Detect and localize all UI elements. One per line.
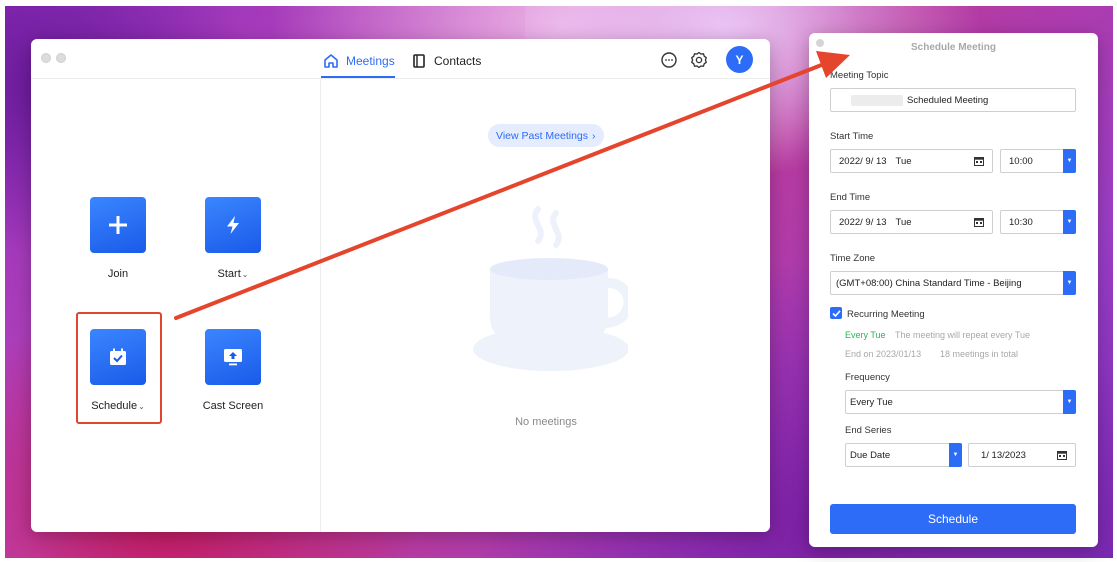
chevron-down-icon: ⌄	[138, 402, 145, 411]
start-time-select[interactable]: 10:00 ▼	[1000, 149, 1076, 173]
recurring-count: 18 meetings in total	[940, 349, 1019, 359]
tab-contacts-label: Contacts	[434, 54, 482, 68]
contacts-icon	[413, 54, 425, 68]
end-series-date-value: 1/ 13/2023	[981, 449, 1026, 461]
schedule-label[interactable]: Schedule⌄	[63, 400, 173, 412]
chevron-down-icon: ⌄	[241, 270, 249, 279]
time-zone-select[interactable]: (GMT+08:00) China Standard Time - Beijin…	[830, 271, 1076, 295]
chat-icon[interactable]	[660, 51, 678, 69]
dropdown-arrow-icon[interactable]: ▼	[1063, 149, 1076, 173]
empty-coffee-cup-illustration	[473, 206, 628, 371]
meetings-window: Meetings Contacts Y Join Start⌄ Schedule…	[31, 39, 770, 532]
end-day-value: Tue	[895, 216, 912, 228]
tab-meetings[interactable]: Meetings	[323, 53, 395, 69]
plus-icon	[109, 216, 127, 234]
start-date-picker[interactable]: 2022/ 9/ 13 Tue	[830, 149, 993, 173]
frequency-value: Every Tue	[850, 396, 893, 408]
tab-meetings-label: Meetings	[346, 54, 395, 68]
end-series-type-value: Due Date	[850, 449, 891, 461]
schedule-meeting-panel: Schedule Meeting Meeting Topic Scheduled…	[809, 33, 1098, 547]
end-date-value: 2022/ 9/ 13	[839, 216, 887, 228]
chevron-right-icon: ›	[592, 129, 596, 142]
start-time-label: Start Time	[830, 131, 874, 142]
dropdown-arrow-icon[interactable]: ▼	[1063, 390, 1076, 414]
dropdown-arrow-icon[interactable]: ▼	[1063, 210, 1076, 234]
window-titlebar: Meetings Contacts Y	[31, 39, 770, 79]
end-series-label: End Series	[845, 425, 892, 436]
user-avatar[interactable]: Y	[726, 46, 753, 73]
home-icon	[324, 54, 338, 68]
calendar-icon	[110, 348, 126, 365]
frequency-label: Frequency	[845, 372, 890, 383]
start-date-value: 2022/ 9/ 13	[839, 155, 887, 167]
topic-input[interactable]: Scheduled Meeting	[830, 88, 1076, 112]
cast-screen-button[interactable]	[205, 329, 261, 385]
end-series-date-picker[interactable]: 1/ 13/2023	[968, 443, 1076, 467]
pane-divider	[320, 79, 321, 532]
tab-contacts[interactable]: Contacts	[411, 53, 481, 69]
panel-title: Schedule Meeting	[910, 42, 996, 53]
recurring-checkbox[interactable]	[830, 307, 842, 319]
end-time-select[interactable]: 10:30 ▼	[1000, 210, 1076, 234]
dropdown-arrow-icon[interactable]: ▼	[1063, 271, 1076, 295]
schedule-submit-button[interactable]: Schedule	[830, 504, 1076, 534]
end-series-type-select[interactable]: Due Date ▼	[845, 443, 962, 467]
checkmark-icon	[831, 309, 841, 317]
topic-value: Scheduled Meeting	[907, 94, 989, 106]
start-label[interactable]: Start⌄	[178, 268, 288, 280]
schedule-button[interactable]	[90, 329, 146, 385]
window-close-button[interactable]	[41, 53, 51, 63]
end-time-label: End Time	[830, 192, 871, 203]
recurring-note: The meeting will repeat every Tue	[895, 330, 1031, 340]
redacted-name-block	[851, 94, 903, 106]
frequency-select[interactable]: Every Tue ▼	[845, 390, 1076, 414]
tab-meetings-underline	[321, 76, 395, 78]
start-time-value: 10:00	[1009, 155, 1033, 167]
time-zone-value: (GMT+08:00) China Standard Time - Beijin…	[836, 277, 1022, 289]
start-button[interactable]	[205, 197, 261, 253]
view-past-meetings-button[interactable]: View Past Meetings ›	[488, 124, 604, 147]
screen-share-icon	[224, 349, 242, 366]
empty-state-text: No meetings	[515, 416, 577, 428]
join-button[interactable]	[90, 197, 146, 253]
window-minimize-button[interactable]	[56, 53, 66, 63]
recurring-end: End on 2023/01/13	[845, 349, 922, 359]
join-label: Join	[107, 268, 129, 280]
end-date-picker[interactable]: 2022/ 9/ 13 Tue	[830, 210, 993, 234]
settings-gear-icon[interactable]	[690, 51, 708, 69]
end-time-value: 10:30	[1009, 216, 1033, 228]
dropdown-arrow-icon[interactable]: ▼	[949, 443, 962, 467]
time-zone-label: Time Zone	[830, 253, 876, 264]
start-day-value: Tue	[895, 155, 912, 167]
calendar-icon[interactable]	[974, 156, 984, 166]
calendar-icon[interactable]	[974, 217, 984, 227]
calendar-icon[interactable]	[1057, 450, 1067, 460]
topic-label: Meeting Topic	[830, 70, 889, 81]
cast-screen-label: Cast Screen	[202, 400, 264, 412]
view-past-meetings-label: View Past Meetings	[496, 129, 589, 142]
recurring-every: Every Tue	[845, 330, 886, 340]
recurring-label: Recurring Meeting	[847, 309, 925, 320]
lightning-icon	[227, 216, 239, 234]
